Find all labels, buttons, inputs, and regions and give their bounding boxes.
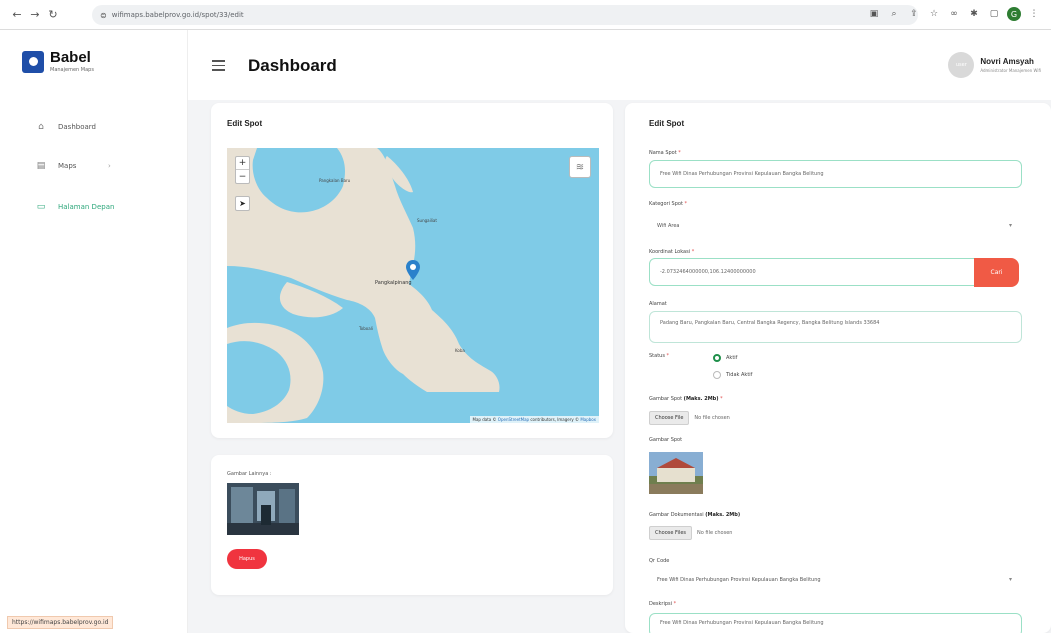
nama-spot-input[interactable]: Free Wifi Dinas Perhubungan Provinsi Kep… [649,160,1022,188]
back-arrow-icon[interactable]: ← [8,6,26,24]
brand-logo [22,50,44,73]
profile-avatar[interactable]: G [1007,7,1021,21]
gambar-upload-label: Gambar Spot (Maks. 2Mb) * [649,396,723,402]
chevron-right-icon[interactable]: › [108,162,111,170]
brand-subtitle: Manajemen Maps [50,67,94,73]
alamat-textarea[interactable]: Padang Baru, Pangkalan Baru, Central Ban… [649,311,1022,343]
gambar-spot-file-input[interactable]: Choose File No file chosen [649,411,730,425]
kategori-selected-value: Wifi Area [657,222,680,229]
cari-button[interactable]: Cari [974,258,1019,287]
other-images-card: Gambar Lainnya : Hapus [211,455,613,595]
tab-search-icon[interactable]: ▢ [987,7,1001,21]
reload-icon[interactable]: ↻ [44,6,62,24]
zoom-control[interactable]: + − [235,156,250,184]
radio-label: Aktif [726,355,738,361]
top-header: Dashboard user Novri Amsyah Administrato… [188,30,1051,100]
kategori-spot-select[interactable]: Wifi Area ▾ [649,214,1022,237]
zoom-out-button[interactable]: − [236,170,249,183]
map-attribution: Map data © OpenStreetMap contributors, I… [469,416,599,423]
map-place-label: Koba [455,348,465,353]
radio-unchecked-icon[interactable] [713,371,721,379]
gambar-spot-label: Gambar Spot [649,437,683,443]
forward-arrow-icon[interactable]: → [26,6,44,24]
location-map[interactable]: + − ➤ ≋ Pangkalan Baru Sungailiat Pangka… [227,148,599,423]
mapbox-link[interactable]: Mapbox [580,417,596,422]
zoom-icon[interactable]: ⌕ [887,7,901,21]
map-place-label: Pangkalpinang [375,280,412,286]
status-label: Status * [649,353,670,359]
share-icon[interactable]: ⇪ [907,7,921,21]
no-file-text: No file chosen [694,415,730,421]
deskripsi-label: Deskripsi * [649,601,677,607]
bookmark-star-icon[interactable]: ☆ [927,7,941,21]
sidebar-item-halaman-depan[interactable]: ▭ Halaman Depan [36,202,115,212]
chevron-down-icon: ▾ [1008,222,1012,229]
sidebar-item-dashboard[interactable]: ⌂ Dashboard [36,122,96,132]
layers-icon[interactable]: ≋ [569,156,591,178]
kategori-spot-label: Kategori Spot * [649,201,688,207]
url-text: wifimaps.babelprov.go.id/spot/33/edit [111,11,244,19]
translate-icon[interactable]: ▣ [867,7,881,21]
avatar[interactable]: user [948,52,975,78]
page-title: Dashboard [248,56,337,75]
sidebar: Babel Manajemen Maps ⌂ Dashboard ▤ Maps … [0,30,188,633]
brand-title: Babel [50,49,91,66]
edit-spot-form: Edit Spot Nama Spot * Free Wifi Dinas Pe… [625,103,1051,633]
home-icon: ⌂ [38,122,44,132]
hapus-button[interactable]: Hapus [227,549,267,569]
zoom-in-button[interactable]: + [236,157,249,170]
sidebar-item-maps[interactable]: ▤ Maps [36,161,77,171]
choose-file-button[interactable]: Choose File [649,411,690,425]
radio-checked-icon[interactable] [713,354,721,362]
koordinat-label: Koordinat Lokasi * [649,249,695,255]
sidebar-item-label: Dashboard [58,123,96,131]
map-card-title: Edit Spot [227,119,263,128]
map-place-label: Sungailiat [417,218,437,223]
alamat-label: Alamat [649,301,667,307]
user-role: Administrator Manajemen Wifi [980,68,1041,73]
status-radio-tidak-aktif[interactable]: Tidak Aktif [713,371,752,379]
map-land-shapes [227,148,500,423]
no-file-text: No file chosen [697,530,733,536]
status-radio-aktif[interactable]: Aktif [713,354,737,362]
map-place-label: Toboali [359,326,373,331]
osm-link[interactable]: OpenStreetMap [498,417,529,422]
map-marker-icon[interactable] [406,260,420,280]
browser-toolbar: ← → ↻ ⊜ wifimaps.babelprov.go.id/spot/33… [0,0,1051,30]
qr-code-label: Qr Code [649,558,670,564]
qr-code-select[interactable]: Free Wifi Dinas Perhubungan Provinsi Kep… [649,568,1022,591]
qr-selected-value: Free Wifi Dinas Perhubungan Provinsi Kep… [657,576,821,583]
sidebar-item-label: Maps [58,162,77,170]
nama-spot-label: Nama Spot * [649,150,681,156]
hamburger-menu-icon[interactable] [212,60,225,74]
dokumentasi-label: Gambar Dokumentasi (Maks. 2Mb) [649,512,741,518]
radio-label: Tidak Aktif [726,372,753,378]
extension-icon[interactable]: ∞ [947,7,961,21]
other-image-thumbnail[interactable] [227,483,299,535]
dokumentasi-file-input[interactable]: Choose Files No file chosen [649,526,732,540]
site-info-icon[interactable]: ⊜ [100,11,107,20]
choose-files-button[interactable]: Choose Files [649,526,693,540]
monitor-icon: ▭ [36,202,46,212]
user-menu[interactable]: user Novri Amsyah Administrator Manajeme… [948,52,1041,78]
map-icon: ▤ [36,161,46,171]
locate-arrow-icon[interactable]: ➤ [235,196,250,211]
deskripsi-textarea[interactable]: Free Wifi Dinas Perhubungan Provinsi Kep… [649,613,1022,633]
address-bar[interactable]: ⊜ wifimaps.babelprov.go.id/spot/33/edit [92,5,918,25]
map-place-label: Pangkalan Baru [319,178,351,183]
link-status-bar: https://wifimaps.babelprov.go.id [7,616,114,629]
more-menu-icon[interactable]: ⋮ [1027,7,1041,21]
brand: Babel Manajemen Maps [22,50,94,73]
chevron-down-icon: ▾ [1008,576,1012,583]
koordinat-input[interactable]: -2.0732464000000,106.12400000000 [649,258,999,286]
puzzle-icon[interactable]: ✱ [967,7,981,21]
other-images-label: Gambar Lainnya : [227,471,272,477]
gambar-spot-thumbnail[interactable] [649,452,703,494]
map-card: Edit Spot + − ➤ ≋ Pangkalan Baru Sungail… [211,103,613,438]
sidebar-item-label: Halaman Depan [58,203,115,211]
form-title: Edit Spot [649,119,685,128]
user-name: Novri Amsyah [980,57,1034,66]
